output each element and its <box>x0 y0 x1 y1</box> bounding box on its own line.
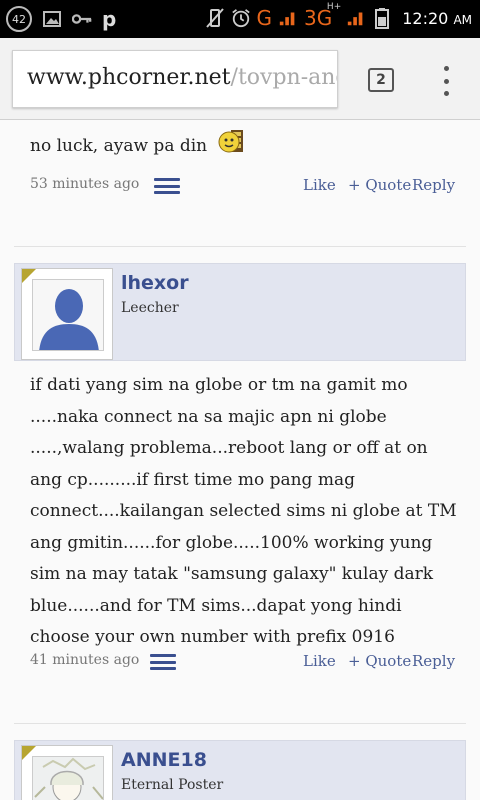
post-menu-icon[interactable] <box>154 178 180 194</box>
user-rank: Leecher <box>121 300 179 316</box>
vibrate-mute-icon <box>205 8 225 28</box>
default-avatar-icon <box>33 280 103 350</box>
overflow-menu-icon[interactable] <box>440 66 452 96</box>
post-meta: 53 minutes ago Like + Quote Reply <box>30 172 460 200</box>
url-bar[interactable]: www.phcorner.net/tovpn-and <box>12 50 338 108</box>
tab-switcher-button[interactable]: 2 <box>368 68 394 92</box>
username[interactable]: lhexor <box>121 272 189 294</box>
browser-toolbar: www.phcorner.net/tovpn-and 2 <box>0 38 480 120</box>
signal-icon-2 <box>346 9 366 27</box>
post-time: 53 minutes ago <box>30 176 140 192</box>
post-menu-icon[interactable] <box>150 654 176 670</box>
signal-icon <box>278 9 298 27</box>
network-g-indicator: G <box>256 6 273 30</box>
alarm-icon <box>231 9 251 28</box>
like-button[interactable]: Like <box>303 176 336 194</box>
url-path: /tovpn-and <box>230 65 338 90</box>
post-body: no luck, ayaw pa din <box>30 128 460 165</box>
post-body: if dati yang sim na globe or tm na gamit… <box>30 375 457 647</box>
username[interactable]: ANNE18 <box>121 749 207 771</box>
notification-count-badge: 42 <box>6 6 32 32</box>
anime-avatar-icon <box>33 757 103 800</box>
post-author-box: ANNE18 Eternal Poster <box>14 740 466 800</box>
post-divider <box>14 246 466 247</box>
reply-button[interactable]: Reply <box>412 176 455 194</box>
url-host: www.phcorner.net <box>27 65 231 90</box>
smiley-icon <box>217 128 245 165</box>
avatar[interactable] <box>21 745 113 800</box>
quote-button[interactable]: + Quote <box>348 652 411 670</box>
like-button[interactable]: Like <box>303 652 336 670</box>
avatar[interactable] <box>21 268 113 360</box>
reply-button[interactable]: Reply <box>412 652 455 670</box>
app-p-icon: p <box>102 7 117 31</box>
post-author-box: lhexor Leecher <box>14 263 466 361</box>
clock: 12:20 AM <box>402 8 472 28</box>
post-meta: 41 minutes ago Like + Quote Reply <box>30 648 460 676</box>
status-bar: 42 p G 3G H+ 12:20 AM <box>0 0 480 38</box>
post-time: 41 minutes ago <box>30 652 140 668</box>
key-icon <box>72 10 92 28</box>
post-divider <box>14 723 466 724</box>
image-icon <box>42 10 62 28</box>
thread-content: no luck, ayaw pa din 53 minutes ago Like… <box>0 120 480 800</box>
user-rank: Eternal Poster <box>121 777 224 793</box>
quote-button[interactable]: + Quote <box>348 176 411 194</box>
battery-icon <box>372 8 392 29</box>
network-3g-indicator: 3G H+ <box>304 2 342 30</box>
